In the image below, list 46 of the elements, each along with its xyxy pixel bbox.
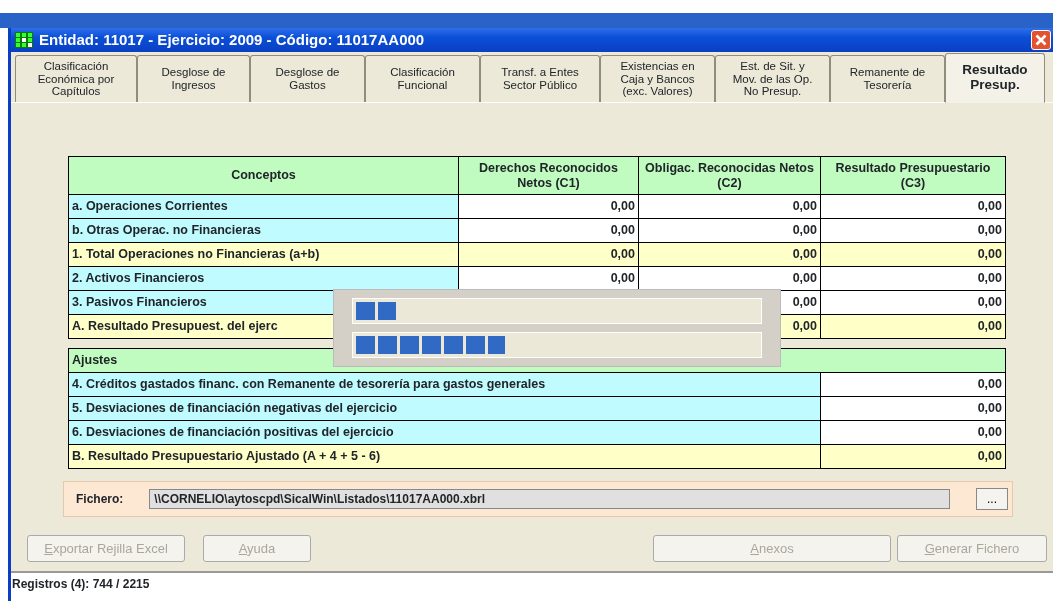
table-cell: 0,00	[638, 242, 821, 267]
column-header: Resultado Presupuestario (C3)	[820, 156, 1006, 195]
table-cell: a. Operaciones Corrientes	[68, 194, 459, 219]
tab[interactable]: Clasificación Económica por Capítulos	[15, 55, 137, 102]
table-cell: 0,00	[820, 242, 1006, 267]
table-cell: b. Otras Operac. no Financieras	[68, 218, 459, 243]
grid-icon	[15, 32, 33, 48]
file-path-field[interactable]: \\CORNELIO\aytoscpd\SicalWin\Listados\11017AA000.xbrl	[149, 489, 950, 509]
table-cell: 0,00	[458, 194, 639, 219]
tab[interactable]: Est. de Sit. y Mov. de las Op. No Presup.	[715, 55, 830, 102]
table-cell: 0,00	[820, 314, 1006, 339]
table-cell: 0,00	[820, 396, 1006, 421]
status-text: Registros (4): 744 / 2215	[12, 577, 150, 591]
tab[interactable]: Desglose de Ingresos	[137, 55, 250, 102]
table-cell: 0,00	[458, 242, 639, 267]
table-cell: 0,00	[820, 194, 1006, 219]
table-cell: 1. Total Operaciones no Financieras (a+b)	[68, 242, 459, 267]
tab[interactable]: Remanente de Tesorería	[830, 55, 945, 102]
table-cell: 0,00	[820, 266, 1006, 291]
file-label: Fichero:	[76, 491, 124, 508]
table-cell: 0,00	[820, 420, 1006, 445]
table-cell: 0,00	[638, 194, 821, 219]
table-cell: 0,00	[458, 218, 639, 243]
table-cell: 0,00	[820, 290, 1006, 315]
table-cell: 0,00	[458, 266, 639, 291]
table-cell: 5. Desviaciones de financiación negativas del ejercicio	[68, 396, 821, 421]
tab[interactable]: Clasificación Funcional	[365, 55, 480, 102]
column-header: Conceptos	[68, 156, 459, 195]
table-cell: B. Resultado Presupuestario Ajustado (A + 4 + 5 - 6)	[68, 444, 821, 469]
table-cell: 0,00	[638, 218, 821, 243]
close-icon[interactable]	[1031, 30, 1051, 50]
table-cell: 0,00	[638, 266, 821, 291]
column-header: Derechos Reconocidos Netos (C1)	[458, 156, 639, 195]
window-title: Entidad: 11017 - Ejercicio: 2009 - Código: 11017AA000	[39, 29, 425, 50]
table-cell: 6. Desviaciones de financiación positivas del ejercicio	[68, 420, 821, 445]
column-header: Obligac. Reconocidas Netos (C2)	[638, 156, 821, 195]
browse-button[interactable]: ...	[976, 488, 1008, 510]
table-cell: 2. Activos Financieros	[68, 266, 459, 291]
table-cell: 0,00	[820, 372, 1006, 397]
tab[interactable]: Existencias en Caja y Bancos (exc. Valores)	[600, 55, 715, 102]
table-cell: 4. Créditos gastados financ. con Remanente de tesorería para gastos generales	[68, 372, 821, 397]
tab[interactable]: Resultado Presup.	[945, 53, 1045, 103]
tab[interactable]: Desglose de Gastos	[250, 55, 365, 102]
tab[interactable]: Transf. a Entes Sector Público	[480, 55, 600, 102]
table-cell: 0,00	[820, 218, 1006, 243]
table-cell: 0,00	[820, 444, 1006, 469]
